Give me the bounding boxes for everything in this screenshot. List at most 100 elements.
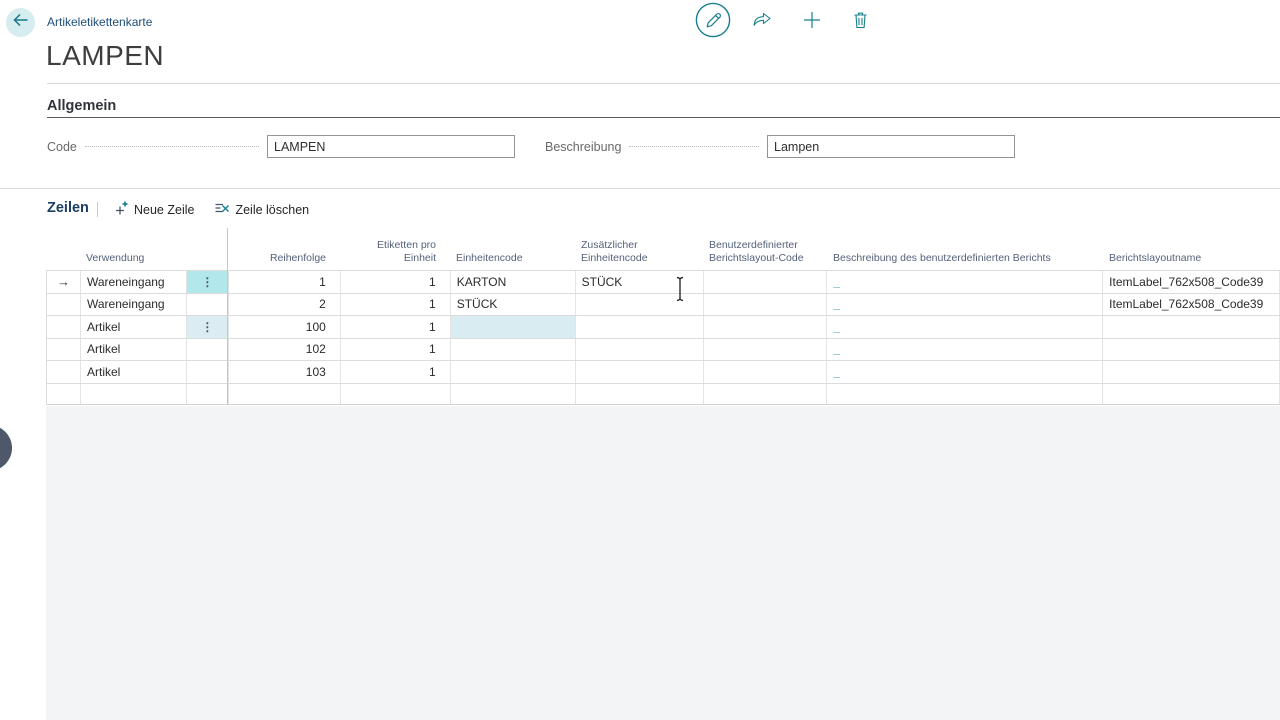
delete-line-icon [214, 200, 230, 219]
section-title-allgemein[interactable]: Allgemein [47, 98, 116, 114]
cell-layoutname[interactable] [1103, 361, 1280, 383]
col-header-layoutname[interactable]: Berichtslayoutname [1103, 252, 1280, 265]
cell-einheitencode[interactable] [451, 361, 576, 383]
beschreibung-input[interactable] [767, 135, 1015, 158]
col-header-einheitencode[interactable]: Einheitencode [450, 252, 575, 265]
actions-divider [97, 202, 98, 217]
row-indicator [47, 294, 81, 316]
cell-verwendung[interactable]: Artikel [81, 339, 187, 361]
share-button[interactable] [752, 13, 772, 31]
app-window: Artikeletikettenkarte LAMPEN Allgemein [0, 0, 1280, 720]
cell-reihenfolge[interactable]: 100 [229, 316, 341, 338]
code-input[interactable] [267, 135, 515, 158]
row-menu-button[interactable] [187, 294, 229, 316]
table-row: Artikel 102 1 _ [46, 338, 1280, 361]
cell-benutzerdef[interactable] [704, 339, 828, 361]
report-description-link[interactable]: _ [833, 275, 840, 289]
row-indicator [47, 339, 81, 361]
cell-beschreibung: _ [827, 271, 1103, 293]
cell-zusatz[interactable] [576, 384, 704, 405]
delete-line-button[interactable]: Zeile löschen [214, 200, 309, 219]
cell-layoutname[interactable] [1103, 339, 1280, 361]
col-header-etiketten[interactable]: Etiketten pro Einheit [340, 239, 450, 265]
code-field-group: Code [47, 135, 515, 158]
table-row: → Wareneingang ⋮ 1 1 KARTON STÜCK _ Item… [46, 270, 1280, 293]
row-menu-button[interactable]: ⋮ [187, 316, 229, 338]
plus-icon [803, 11, 821, 34]
cell-etiketten[interactable]: 1 [341, 361, 451, 383]
col-header-zusatz[interactable]: Zusätzlicher Einheitencode [575, 239, 703, 265]
cell-beschreibung: _ [827, 339, 1103, 361]
section-underline [47, 117, 1280, 118]
row-indicator: → [47, 271, 81, 293]
cell-layoutname[interactable] [1103, 384, 1280, 405]
new-button[interactable] [803, 13, 821, 31]
lines-grid: Verwendung Reihenfolge Etiketten pro Ein… [46, 238, 1280, 405]
new-line-button[interactable]: Neue Zeile [113, 200, 194, 219]
table-row: Wareneingang 2 1 STÜCK _ ItemLabel_762x5… [46, 293, 1280, 316]
cell-benutzerdef[interactable] [704, 361, 828, 383]
cell-layoutname[interactable]: ItemLabel_762x508_Code39 [1103, 294, 1280, 316]
row-menu-button[interactable] [187, 384, 229, 405]
cell-einheitencode[interactable] [451, 339, 576, 361]
trash-icon [851, 10, 870, 35]
cell-benutzerdef[interactable] [704, 316, 828, 338]
ellipsis-icon: ⋮ [201, 275, 213, 289]
cell-verwendung[interactable]: Artikel [81, 361, 187, 383]
cell-verwendung[interactable]: Wareneingang [81, 271, 187, 293]
cell-benutzerdef[interactable] [704, 271, 828, 293]
report-description-link[interactable]: _ [833, 342, 840, 356]
cell-einheitencode[interactable]: KARTON [451, 271, 576, 293]
report-description-link[interactable]: _ [833, 365, 840, 379]
row-menu-button[interactable] [187, 339, 229, 361]
col-header-beschreibung[interactable]: Beschreibung des benutzerdefinierten Ber… [827, 252, 1103, 265]
new-line-label: Neue Zeile [134, 203, 194, 217]
cell-verwendung[interactable]: Artikel [81, 316, 187, 338]
row-menu-button[interactable]: ⋮ [187, 271, 229, 293]
report-description-link[interactable]: _ [833, 320, 840, 334]
cell-benutzerdef[interactable] [704, 294, 828, 316]
ellipsis-icon: ⋮ [201, 320, 213, 334]
col-header-reihenfolge[interactable]: Reihenfolge [228, 252, 340, 265]
cell-beschreibung: _ [827, 294, 1103, 316]
delete-button[interactable] [851, 12, 870, 32]
cell-benutzerdef[interactable] [704, 384, 828, 405]
cell-etiketten[interactable]: 1 [341, 339, 451, 361]
floating-action-button[interactable] [0, 425, 12, 471]
table-row-empty [46, 383, 1280, 406]
cell-etiketten[interactable]: 1 [341, 271, 451, 293]
cell-reihenfolge[interactable]: 103 [229, 361, 341, 383]
back-button[interactable] [6, 8, 35, 37]
cell-einheitencode[interactable] [451, 384, 576, 405]
cell-reihenfolge[interactable]: 2 [229, 294, 341, 316]
cell-reihenfolge[interactable]: 1 [229, 271, 341, 293]
cell-zusatz[interactable] [576, 361, 704, 383]
breadcrumb[interactable]: Artikeletikettenkarte [47, 15, 152, 29]
cell-beschreibung: _ [827, 316, 1103, 338]
report-description-link[interactable]: _ [833, 297, 840, 311]
cell-verwendung[interactable] [81, 384, 187, 405]
col-header-benutzerdef[interactable]: Benutzerdefinierter Berichtslayout-Code [703, 239, 827, 265]
beschreibung-field-group: Beschreibung [545, 135, 1015, 158]
cell-layoutname[interactable] [1103, 316, 1280, 338]
share-icon [752, 11, 772, 34]
cell-zusatz[interactable] [576, 316, 704, 338]
cell-reihenfolge[interactable]: 102 [229, 339, 341, 361]
cell-zusatz[interactable] [576, 339, 704, 361]
edit-button[interactable] [695, 4, 731, 40]
back-arrow-icon [12, 13, 29, 32]
cell-verwendung[interactable]: Wareneingang [81, 294, 187, 316]
cell-einheitencode-focused[interactable] [451, 316, 576, 338]
cell-etiketten[interactable] [341, 384, 451, 405]
cell-etiketten[interactable]: 1 [341, 294, 451, 316]
cell-reihenfolge[interactable] [229, 384, 341, 405]
cell-etiketten[interactable]: 1 [341, 316, 451, 338]
cell-layoutname[interactable]: ItemLabel_762x508_Code39 [1103, 271, 1280, 293]
cell-beschreibung[interactable] [827, 384, 1103, 405]
page-title: LAMPEN [46, 40, 164, 72]
row-menu-button[interactable] [187, 361, 229, 383]
row-indicator [47, 361, 81, 383]
cell-einheitencode[interactable]: STÜCK [451, 294, 576, 316]
col-header-verwendung[interactable]: Verwendung [80, 252, 186, 265]
section-title-zeilen: Zeilen [47, 200, 89, 216]
